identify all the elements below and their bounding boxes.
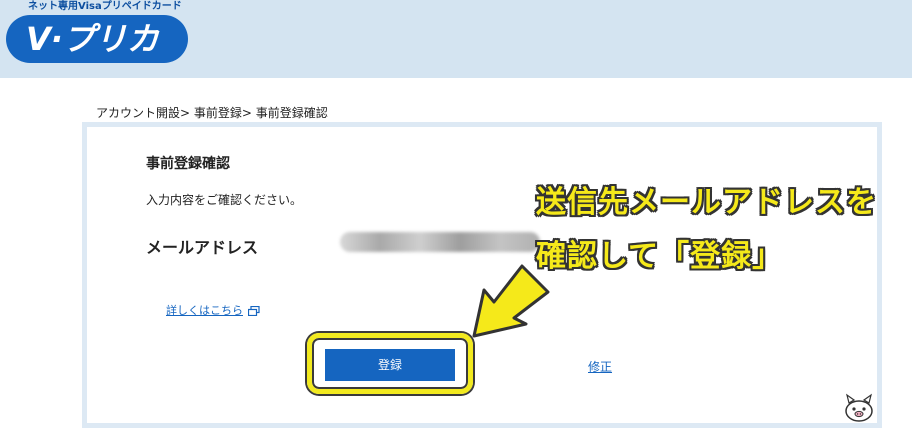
annotation-line-2: 確認して「登録」	[536, 239, 784, 274]
brand-logo[interactable]: V·プリカ	[6, 15, 188, 63]
register-button[interactable]: 登録	[325, 349, 455, 381]
email-value-blurred	[340, 232, 540, 252]
pig-mascot-icon	[845, 393, 873, 422]
pointer-arrow-icon	[472, 264, 550, 338]
details-link[interactable]: 詳しくはこちら	[166, 302, 243, 318]
section-title: 事前登録確認	[146, 156, 230, 172]
breadcrumb: アカウント開設> 事前登録> 事前登録確認	[96, 106, 328, 120]
annotation-line-1: 送信先メールアドレスを	[536, 185, 877, 220]
instruction-text: 入力内容をご確認ください。	[146, 193, 303, 207]
site-header: ネット専用Visaプリペイドカード V·プリカ	[0, 0, 912, 78]
external-link-icon[interactable]	[248, 306, 260, 316]
email-label: メールアドレス	[146, 238, 259, 257]
fix-link[interactable]: 修正	[588, 358, 612, 375]
brand-tagline: ネット専用Visaプリペイドカード	[28, 1, 182, 12]
